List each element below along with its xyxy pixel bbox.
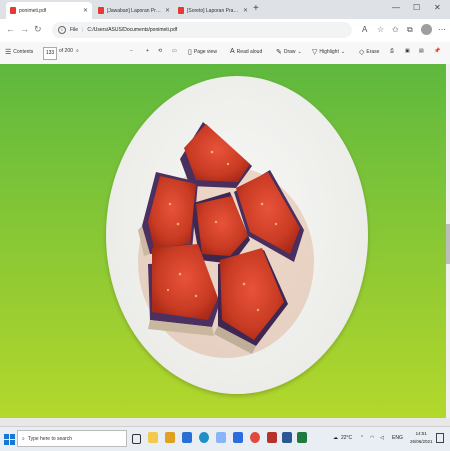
erase-label: Erase xyxy=(366,49,380,55)
page-view-icon: ▯ xyxy=(188,49,192,56)
language-indicator[interactable]: ENG xyxy=(392,435,403,441)
pdf-icon xyxy=(178,7,184,14)
pdf-page-image xyxy=(0,64,446,418)
more-icon[interactable]: ⋯ xyxy=(438,25,446,34)
save-as-icon[interactable]: ▤ xyxy=(419,48,424,54)
store-icon[interactable] xyxy=(216,432,226,443)
highlight-label: Highlight xyxy=(319,49,339,55)
zoom-in-icon[interactable]: + xyxy=(146,48,149,54)
tab-jawaban[interactable]: [Jawaban] Laporan Praktikum Kim ✕ xyxy=(94,2,174,19)
minimize-button[interactable]: — xyxy=(392,3,400,12)
search-placeholder: Type here to search xyxy=(27,435,73,442)
weather-icon[interactable]: ☁ xyxy=(333,435,338,441)
mail-icon[interactable] xyxy=(182,432,192,443)
refresh-icon[interactable]: ↻ xyxy=(34,24,42,35)
favorite-icon[interactable]: ☆ xyxy=(377,25,384,34)
task-view-icon[interactable] xyxy=(132,434,141,444)
erase-button[interactable]: ◇ Erase xyxy=(359,48,379,56)
maximize-button[interactable]: ☐ xyxy=(413,3,420,12)
chevron-down-icon: ⌄ xyxy=(340,49,346,55)
tray-chevron-icon[interactable]: ⌃ xyxy=(360,435,364,441)
excel-icon[interactable] xyxy=(297,432,307,443)
horizontal-scrollbar[interactable] xyxy=(0,418,450,426)
rotate-icon[interactable]: ⟲ xyxy=(158,48,162,54)
url-prefix: File xyxy=(70,27,79,33)
clock-date: 26/06/2021 xyxy=(410,439,433,444)
settings-app-icon[interactable] xyxy=(233,432,243,443)
weather-temp[interactable]: 22°C xyxy=(341,435,352,441)
print-icon[interactable]: ⎙ xyxy=(390,48,394,54)
volume-icon[interactable]: ◁ xyxy=(380,435,384,441)
address-bar: ← → ↻ i File | C:/Users/ASUS/Documents/p… xyxy=(0,19,450,43)
notification-icon[interactable] xyxy=(436,433,444,443)
pdf-app-icon[interactable] xyxy=(267,432,277,443)
scrollbar-thumb[interactable] xyxy=(446,224,450,264)
list-icon: ☰ xyxy=(5,49,12,56)
taskbar: ⌕ Type here to search ☁ 22°C ⌃ ◠ ◁ ENG 1… xyxy=(0,426,450,451)
save-icon[interactable]: ▣ xyxy=(405,48,410,54)
read-aloud-icon: A xyxy=(230,48,235,55)
explorer-icon[interactable] xyxy=(148,432,158,443)
pdf-icon xyxy=(10,7,16,14)
collections-icon[interactable]: ⧉ xyxy=(407,25,413,35)
search-icon: ⌕ xyxy=(22,435,25,442)
file-manager-icon[interactable] xyxy=(165,432,175,443)
page-view-label: Page view xyxy=(193,49,217,55)
edge-icon[interactable] xyxy=(199,432,209,443)
reader-icon[interactable]: A xyxy=(362,25,367,34)
pin-icon[interactable]: 📌 xyxy=(434,48,440,54)
page-total: of 200 xyxy=(59,48,73,54)
fit-page-icon[interactable]: ▭ xyxy=(172,48,177,54)
tab-ponimeti[interactable]: ponimeti.pdf ✕ xyxy=(6,2,92,19)
page-view-button[interactable]: ▯ Page view xyxy=(188,48,217,56)
taskbar-search-box[interactable]: ⌕ Type here to search xyxy=(17,430,127,447)
new-tab-button[interactable]: + xyxy=(253,3,259,14)
close-icon[interactable]: ✕ xyxy=(83,7,88,14)
highlight-button[interactable]: ▽ Highlight ⌄ xyxy=(312,48,345,56)
tab-bar: ponimeti.pdf ✕ [Jawaban] Laporan Praktik… xyxy=(0,0,450,19)
close-icon[interactable]: ✕ xyxy=(165,7,170,14)
word-icon[interactable] xyxy=(282,432,292,443)
contents-label: Contents xyxy=(13,49,34,55)
contents-button[interactable]: ☰ Contents xyxy=(5,48,33,56)
search-icon[interactable]: ⌕ xyxy=(76,48,79,54)
eraser-icon: ◇ xyxy=(359,49,365,56)
network-icon[interactable]: ◠ xyxy=(370,435,374,441)
zoom-out-icon[interactable]: − xyxy=(130,48,133,54)
eggplant-balado-image xyxy=(138,122,314,358)
read-aloud-label: Read aloud xyxy=(236,48,263,55)
tab-soreto[interactable]: [Soreto] Laporan Praktikum Ma ✕ xyxy=(174,2,252,19)
url-divider: | xyxy=(82,27,84,33)
tab-title: [Soreto] Laporan Praktikum Ma xyxy=(187,7,240,14)
close-icon[interactable]: ✕ xyxy=(243,7,248,14)
draw-button[interactable]: ✎ Draw ⌄ xyxy=(276,48,302,56)
url-field[interactable]: i File | C:/Users/ASUS/Documents/ponimet… xyxy=(52,22,352,38)
draw-label: Draw xyxy=(283,49,296,55)
favorites-icon[interactable]: ✩ xyxy=(392,25,399,34)
close-window-button[interactable]: ✕ xyxy=(434,3,441,12)
clock-time: 14:51 xyxy=(415,431,427,436)
info-icon: i xyxy=(58,26,66,34)
tab-title: ponimeti.pdf xyxy=(19,7,47,14)
avatar[interactable] xyxy=(421,24,432,35)
chevron-down-icon: ⌄ xyxy=(297,49,302,55)
back-icon[interactable]: ← xyxy=(6,24,15,34)
forward-icon[interactable]: → xyxy=(20,24,29,34)
highlighter-icon: ▽ xyxy=(312,49,318,56)
page-number-input[interactable]: 133 xyxy=(43,47,57,60)
pen-icon: ✎ xyxy=(276,49,282,56)
url-text: C:/Users/ASUS/Documents/ponimeti.pdf xyxy=(87,27,178,33)
clock[interactable]: 14:51 26/06/2021 xyxy=(410,430,433,446)
chrome-icon[interactable] xyxy=(250,432,260,443)
windows-start-icon[interactable] xyxy=(4,434,15,445)
vertical-scrollbar[interactable] xyxy=(446,64,450,418)
read-aloud-button[interactable]: A Read aloud xyxy=(230,48,262,55)
pdf-icon xyxy=(98,7,104,14)
tab-title: [Jawaban] Laporan Praktikum Kim xyxy=(107,7,162,14)
pdf-toolbar: ☰ Contents 133 of 200 ⌕ − + ⟲ ▭ ▯ Page v… xyxy=(0,42,450,65)
